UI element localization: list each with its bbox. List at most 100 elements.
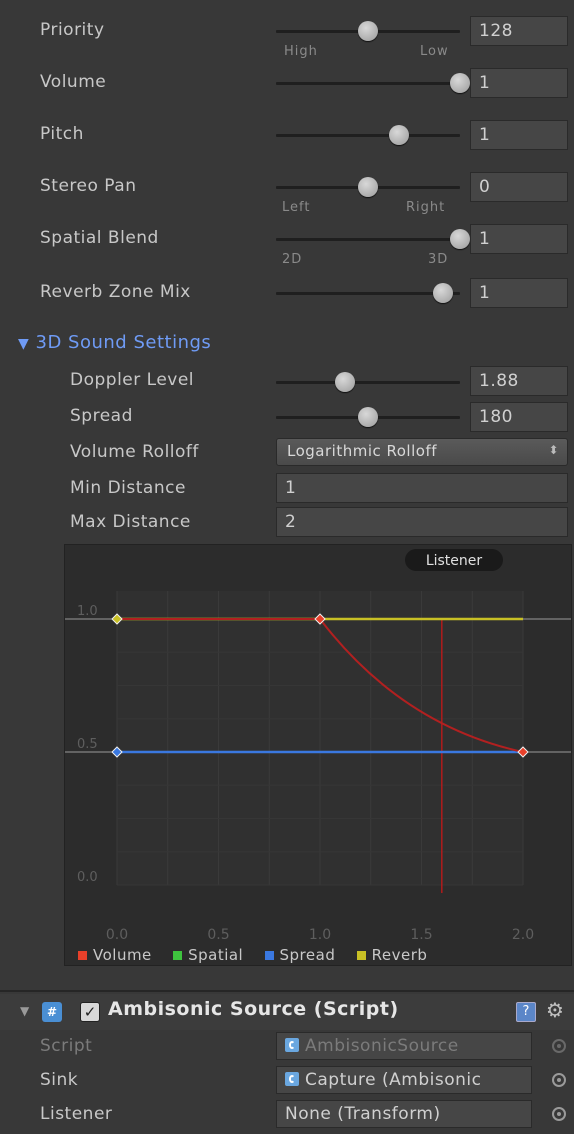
legend-reverb-swatch [356, 951, 366, 960]
stereo-pan-left-label: Left [282, 200, 311, 215]
doppler-level-label: Doppler Level [70, 370, 195, 390]
priority-field[interactable]: 128 [470, 16, 568, 46]
spread-field[interactable]: 180 [470, 402, 568, 432]
script-file-icon [285, 1038, 299, 1052]
sink-row: Sink Capture (Ambisonic [0, 1064, 574, 1100]
volume-field[interactable]: 1 [470, 68, 568, 98]
rolloff-curve-graph[interactable]: 0.0 0.5 1.0 0.0 0.5 1.0 1.5 2.0 Listener [64, 544, 572, 966]
listener-tooltip-text: Listener [426, 553, 483, 569]
sink-object-field[interactable]: Capture (Ambisonic [276, 1066, 532, 1094]
stereo-pan-right-label: Right [406, 200, 446, 215]
x-tick-label: 1.0 [309, 927, 331, 943]
volume-label: Volume [40, 72, 107, 92]
ambisonic-source-header[interactable]: ▼ # ✓ Ambisonic Source (Script) ? ⚙ [0, 994, 574, 1030]
sink-object-picker-icon[interactable] [552, 1073, 566, 1087]
volume-row: Volume 1 [0, 66, 574, 102]
spatial-blend-field[interactable]: 1 [470, 224, 568, 254]
spatial-blend-3d-label: 3D [428, 252, 449, 267]
pitch-row: Pitch 1 [0, 118, 574, 154]
sink-value: Capture (Ambisonic [305, 1070, 482, 1090]
script-object-field: AmbisonicSource [276, 1032, 532, 1060]
sink-label: Sink [40, 1070, 79, 1090]
listener-row: Listener None (Transform) [0, 1098, 574, 1134]
legend-spread-label: Spread [279, 946, 336, 964]
y-tick-label: 1.0 [77, 604, 98, 619]
script-component-icon [285, 1072, 299, 1086]
y-tick-label: 0.5 [77, 737, 98, 752]
legend-reverb-label: Reverb [371, 946, 428, 964]
doppler-level-slider-track[interactable] [276, 381, 460, 384]
spread-slider-knob[interactable] [358, 407, 378, 427]
legend-spatial-swatch [173, 951, 183, 960]
reverb-zone-mix-field[interactable]: 1 [470, 278, 568, 308]
legend-volume[interactable]: Volume [78, 946, 152, 964]
spatial-blend-slider-track[interactable] [276, 238, 460, 241]
script-object-picker-icon [552, 1039, 566, 1053]
legend-reverb[interactable]: Reverb [356, 946, 428, 964]
x-tick-label: 1.5 [410, 927, 432, 943]
rolloff-chart-svg: 0.0 0.5 1.0 0.0 0.5 1.0 1.5 2.0 Listener [65, 549, 571, 943]
priority-label: Priority [40, 20, 105, 40]
spatial-blend-slider-knob[interactable] [450, 229, 470, 249]
pitch-field[interactable]: 1 [470, 120, 568, 150]
volume-rolloff-dropdown[interactable]: Logarithmic Rolloff ⬍ [276, 438, 568, 466]
3d-sound-settings-label: 3D Sound Settings [35, 332, 212, 353]
spatial-blend-row: Spatial Blend 1 2D 3D [0, 222, 574, 267]
stereo-pan-field[interactable]: 0 [470, 172, 568, 202]
script-row: Script AmbisonicSource [0, 1030, 574, 1066]
3d-sound-settings-foldout[interactable]: ▼ 3D Sound Settings [18, 332, 211, 353]
x-tick-label: 0.0 [106, 927, 128, 943]
legend-spatial[interactable]: Spatial [173, 946, 243, 964]
priority-row: Priority 128 High Low [0, 14, 574, 59]
volume-slider-track[interactable] [276, 82, 460, 85]
volume-rolloff-label: Volume Rolloff [70, 442, 199, 462]
reverb-zone-mix-label: Reverb Zone Mix [40, 282, 191, 302]
y-tick-label: 0.0 [77, 870, 98, 885]
gear-icon[interactable]: ⚙ [546, 998, 564, 1022]
listener-object-picker-icon[interactable] [552, 1107, 566, 1121]
legend-spatial-label: Spatial [188, 946, 244, 964]
component-separator [0, 990, 574, 992]
pitch-label: Pitch [40, 124, 84, 144]
min-distance-label: Min Distance [70, 478, 186, 498]
foldout-arrow-icon: ▼ [18, 336, 30, 352]
doppler-level-slider-knob[interactable] [335, 372, 356, 392]
help-book-icon[interactable]: ? [516, 1002, 536, 1022]
legend-volume-swatch [78, 951, 87, 960]
script-value: AmbisonicSource [305, 1036, 459, 1056]
listener-label: Listener [40, 1104, 113, 1124]
enabled-checkbox[interactable]: ✓ [80, 1002, 100, 1022]
spread-label: Spread [70, 406, 133, 426]
spread-row: Spread 180 [0, 400, 574, 436]
legend-spread[interactable]: Spread [264, 946, 336, 964]
x-tick-label: 2.0 [512, 927, 534, 943]
priority-slider-knob[interactable] [358, 21, 378, 41]
volume-slider-knob[interactable] [450, 73, 470, 93]
reverb-zone-mix-row: Reverb Zone Mix 1 [0, 276, 574, 312]
listener-object-field[interactable]: None (Transform) [276, 1100, 532, 1128]
checkmark-icon: ✓ [83, 1003, 97, 1021]
pitch-slider-knob[interactable] [388, 125, 409, 145]
legend-volume-label: Volume [93, 946, 152, 964]
spatial-blend-2d-label: 2D [282, 252, 303, 267]
max-distance-row: Max Distance 2 [0, 506, 574, 542]
max-distance-field[interactable]: 2 [276, 507, 568, 537]
reverb-zone-mix-slider-knob[interactable] [433, 283, 454, 303]
priority-low-label: Low [420, 44, 449, 59]
volume-rolloff-row: Volume Rolloff Logarithmic Rolloff ⬍ [0, 436, 574, 472]
script-label: Script [40, 1036, 93, 1056]
legend-spread-swatch [264, 951, 274, 960]
x-tick-label: 0.5 [207, 927, 229, 943]
dropdown-arrows-icon: ⬍ [548, 443, 559, 457]
min-distance-field[interactable]: 1 [276, 473, 568, 503]
doppler-level-field[interactable]: 1.88 [470, 366, 568, 396]
spatial-blend-label: Spatial Blend [40, 228, 159, 248]
pitch-slider-track[interactable] [276, 134, 460, 137]
volume-rolloff-value: Logarithmic Rolloff [287, 442, 438, 460]
graph-legend: Volume Spatial Spread Reverb [78, 946, 443, 964]
stereo-pan-label: Stereo Pan [40, 176, 137, 196]
max-distance-label: Max Distance [70, 512, 191, 532]
priority-high-label: High [284, 44, 318, 59]
stereo-pan-slider-knob[interactable] [358, 177, 378, 197]
component-foldout-icon[interactable]: ▼ [20, 1004, 29, 1018]
